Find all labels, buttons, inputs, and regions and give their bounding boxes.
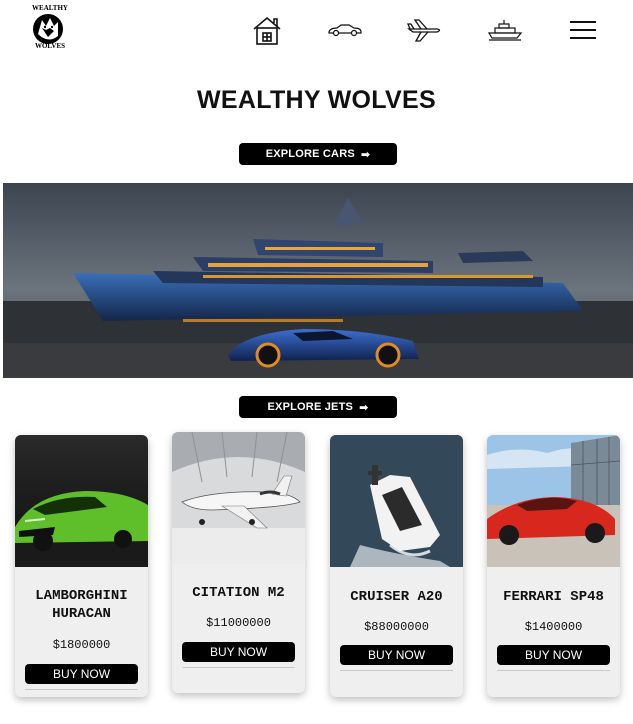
logo-text-top: WEALTHY [32,4,68,12]
brand-logo[interactable]: WEALTHY WOLVES [24,4,72,52]
buy-now-button[interactable]: BUY NOW [182,642,295,662]
product-card: FERRARI SP48 $1400000 BUY NOW [487,435,620,697]
buy-now-button[interactable]: BUY NOW [25,664,138,684]
buy-now-button[interactable]: BUY NOW [497,645,610,665]
product-card: LAMBORGHINI HURACAN $1800000 BUY NOW [15,435,148,697]
divider [340,670,453,671]
explore-jets-button[interactable]: EXPLORE JETS ➡ [239,396,397,418]
explore-jets-label: EXPLORE JETS [267,401,354,413]
product-name: FERRARI SP48 [503,589,604,605]
divider [497,670,610,671]
product-price: $1400000 [524,620,583,634]
car-icon[interactable] [327,12,363,48]
explore-cars-button[interactable]: EXPLORE CARS ➡ [239,143,397,165]
buy-now-button[interactable]: BUY NOW [340,645,453,665]
product-image-citation[interactable] [172,432,305,564]
jet-icon[interactable] [407,12,443,48]
product-image-cruiser[interactable] [330,435,463,567]
product-price: $1800000 [52,638,111,652]
hero-image [3,183,633,378]
divider [182,667,295,668]
page-title: WEALTHY WOLVES [197,86,436,114]
product-name: CRUISER A20 [350,589,443,605]
logo-text-bottom: WOLVES [34,42,66,50]
product-name: CITATION M2 [192,585,285,601]
product-card: CITATION M2 $11000000 BUY NOW [172,432,305,693]
arrow-right-icon: ➡ [359,401,369,414]
menu-icon[interactable] [568,12,598,48]
product-image-lamborghini[interactable] [15,435,148,567]
product-price: $88000000 [364,620,429,634]
product-name: LAMBORGHINI HURACAN [35,588,128,622]
home-icon[interactable] [250,12,284,48]
product-card: CRUISER A20 $88000000 BUY NOW [330,435,463,697]
explore-cars-label: EXPLORE CARS [265,148,355,160]
header: WEALTHY WOLVES [0,0,633,62]
product-image-ferrari[interactable] [487,435,620,567]
yacht-icon[interactable] [487,12,523,48]
arrow-right-icon: ➡ [360,148,371,161]
product-price: $11000000 [206,616,271,630]
divider [25,689,138,690]
